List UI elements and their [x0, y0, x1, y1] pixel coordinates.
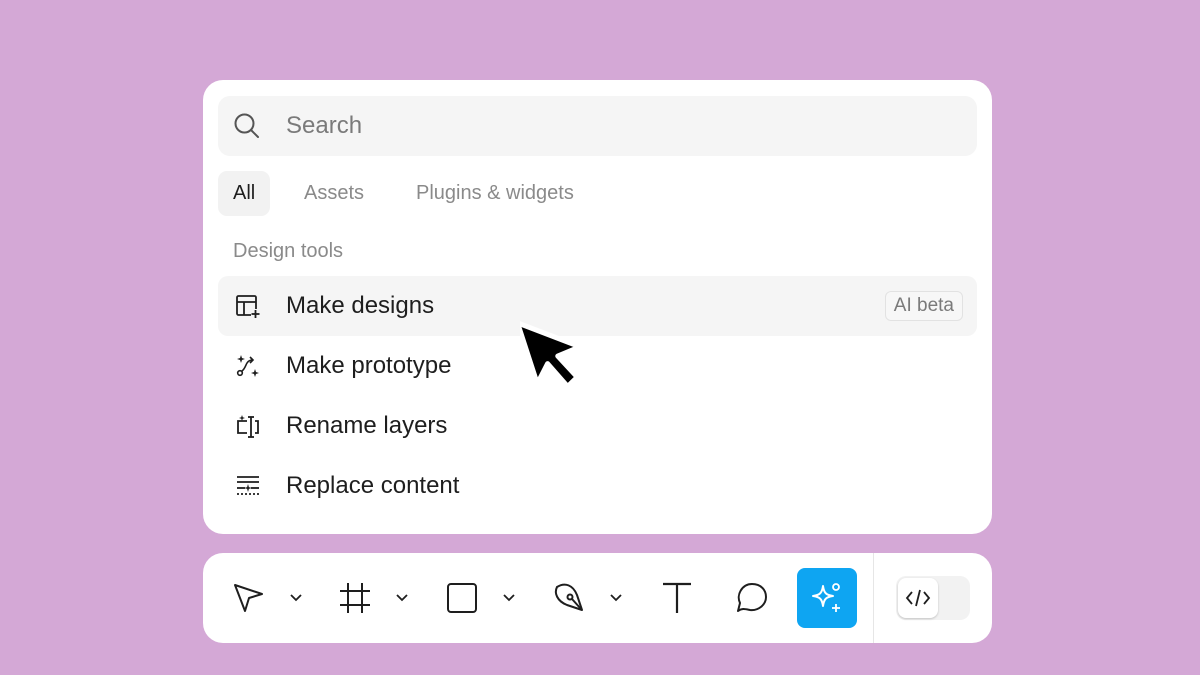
replace-content-icon [237, 476, 259, 495]
ai-tool-button[interactable] [797, 568, 857, 628]
rename-icon [237, 415, 259, 438]
tab-all[interactable]: All [218, 171, 271, 216]
ai-beta-badge: AI beta [884, 291, 963, 321]
search-icon [234, 113, 259, 138]
rectangle-tool-icon[interactable] [443, 579, 481, 617]
move-tool-icon[interactable] [229, 579, 267, 617]
section-heading: Design tools [233, 240, 344, 262]
chevron-down-icon[interactable] [502, 592, 516, 604]
chevron-down-icon[interactable] [289, 592, 303, 604]
tab-plugins-widgets[interactable]: Plugins & widgets [416, 171, 574, 216]
menu-item-label: Make prototype [286, 352, 452, 379]
tab-assets[interactable]: Assets [304, 171, 364, 216]
chevron-down-icon[interactable] [609, 592, 623, 604]
search-placeholder[interactable]: Search [286, 112, 362, 140]
menu-item-make-prototype[interactable]: Make prototype [218, 336, 977, 396]
menu-item-label: Replace content [286, 472, 460, 499]
comment-tool-icon[interactable] [732, 579, 770, 617]
dev-mode-knob [898, 578, 938, 618]
layout-plus-icon [236, 295, 260, 318]
pen-tool-icon[interactable] [551, 579, 589, 617]
sparkle-icon [812, 583, 840, 612]
search-bar[interactable]: Search [218, 96, 977, 156]
menu-item-rename-layers[interactable]: Rename layers [218, 396, 977, 456]
text-tool-icon[interactable] [658, 579, 696, 617]
frame-tool-icon[interactable] [336, 579, 374, 617]
dev-mode-toggle[interactable] [896, 576, 970, 620]
toolbar-divider [873, 553, 874, 643]
chevron-down-icon[interactable] [395, 592, 409, 604]
menu-item-label: Rename layers [286, 412, 448, 439]
menu-item-replace-content[interactable]: Replace content [218, 456, 977, 516]
code-icon [905, 589, 931, 607]
menu-item-label: Make designs [286, 292, 435, 319]
prototype-sparkle-icon [236, 355, 259, 377]
mouse-pointer-icon [520, 320, 583, 390]
bottom-toolbar [203, 553, 992, 643]
menu-item-make-designs[interactable]: Make designs AI beta [218, 276, 977, 336]
actions-panel: Search All Assets Plugins & widgets Desi… [203, 80, 992, 534]
